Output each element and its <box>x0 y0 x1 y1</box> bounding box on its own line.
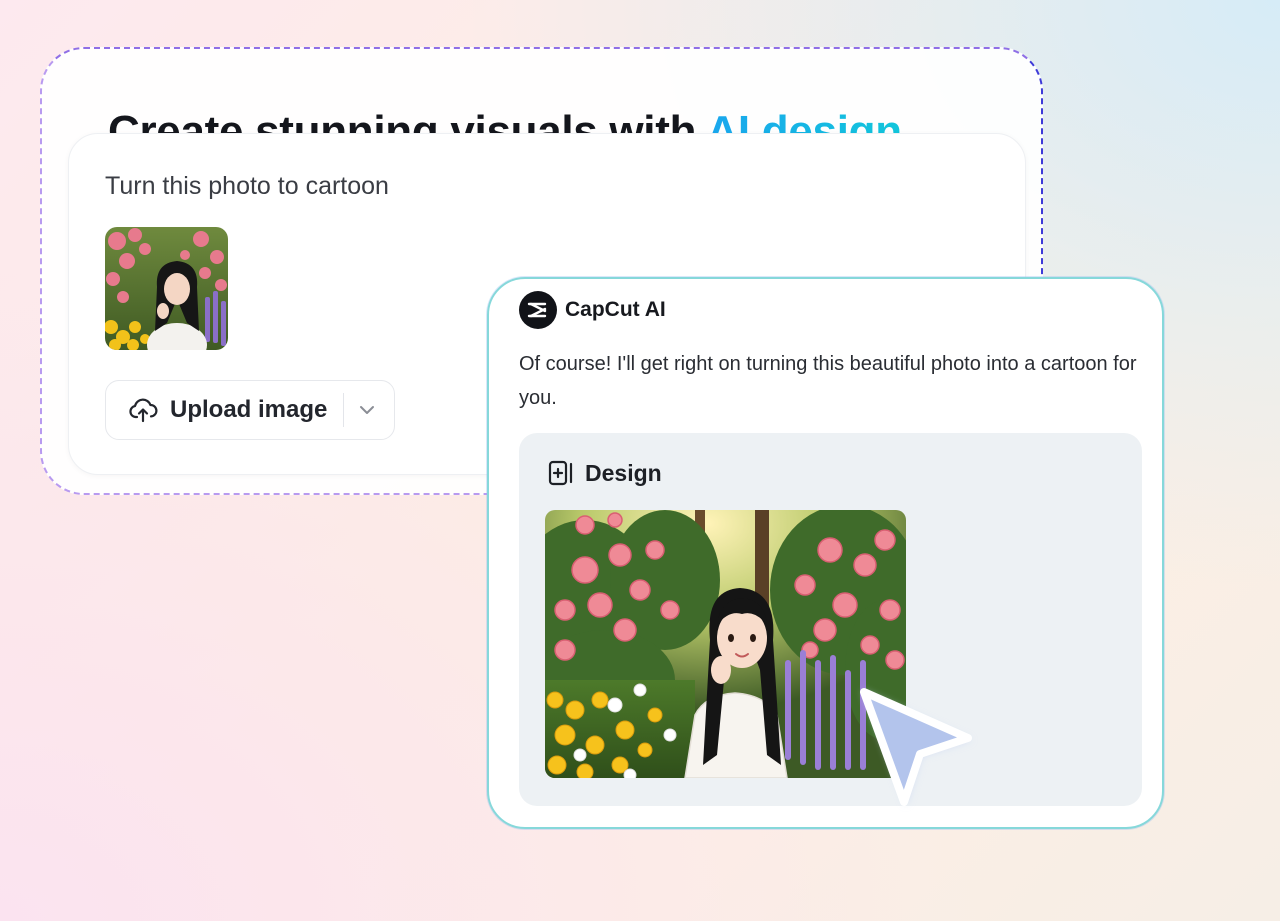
chevron-down-icon[interactable] <box>356 399 378 421</box>
add-design-icon <box>547 459 575 487</box>
uploaded-photo-thumbnail[interactable] <box>105 227 228 350</box>
agent-header: CapCut AI <box>519 291 666 329</box>
ai-message: Of course! I'll get right on turning thi… <box>519 353 1137 409</box>
button-divider <box>343 393 345 427</box>
prompt-text[interactable]: Turn this photo to cartoon <box>105 172 389 201</box>
cloud-upload-icon <box>128 396 158 424</box>
ai-response-card: CapCut AI Of course! I'll get right on t… <box>487 277 1164 829</box>
upload-image-label: Upload image <box>170 396 328 423</box>
design-result-panel: Design <box>519 433 1142 806</box>
pointer-cursor-icon <box>850 678 990 818</box>
agent-name: CapCut AI <box>565 298 666 321</box>
design-header: Design <box>547 459 662 487</box>
capcut-logo-icon <box>519 291 557 329</box>
design-title: Design <box>585 459 662 486</box>
upload-image-button[interactable]: Upload image <box>105 380 395 440</box>
